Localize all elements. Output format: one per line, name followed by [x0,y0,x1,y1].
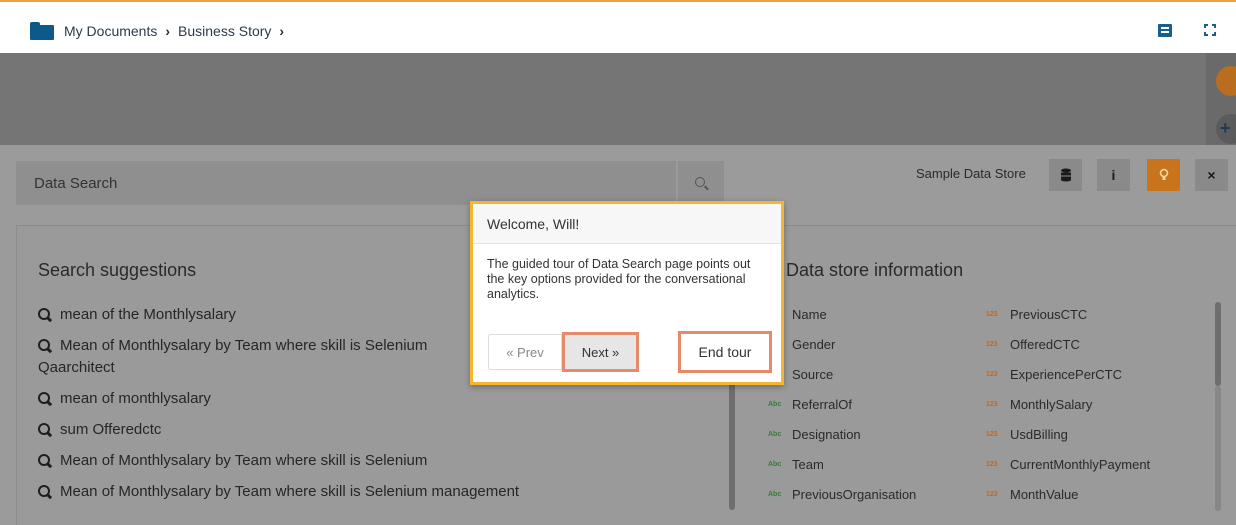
field-name: ExperiencePerCTC [1010,367,1122,382]
suggestion-text: sum Offeredctc [60,421,162,438]
field-name: OfferedCTC [1010,337,1080,352]
field-name: Designation [792,427,861,442]
field-item[interactable]: 123 ExperiencePerCTC [986,360,1150,390]
field-item[interactable]: 123 OfferedCTC [986,330,1150,360]
breadcrumb-business-story[interactable]: Business Story [178,23,271,39]
tour-nav: « Prev Next » [488,332,639,372]
field-name: PreviousOrganisation [792,487,917,502]
field-name: Team [792,457,824,472]
field-item[interactable]: 123 UsdBilling [986,420,1150,450]
abc-type-icon: Abc [768,431,782,438]
fields-scrollbar[interactable] [1215,302,1221,386]
search-icon [38,308,52,322]
number-type-icon: 123 [986,431,998,438]
abc-type-icon: Abc [768,461,782,468]
breadcrumb: My Documents › Business Story › [30,22,292,40]
search-icon [695,177,705,187]
field-item[interactable]: Abc Team [768,450,916,480]
info-button[interactable]: i [1097,159,1130,191]
abc-type-icon: Abc [768,491,782,498]
field-name: PreviousCTC [1010,307,1088,322]
field-name: CurrentMonthlyPayment [1010,457,1151,472]
search-icon [38,485,52,499]
database-button[interactable] [1049,159,1082,191]
field-item[interactable]: AbcSource [768,360,916,390]
abc-type-icon: Abc [768,401,782,408]
header-band [0,53,1236,145]
suggestion-text: mean of the Monthlysalary [60,306,236,323]
store-info-title: Data store information [786,260,964,280]
top-bar: My Documents › Business Story › [0,0,1236,60]
chevron-right-icon: › [279,23,285,39]
field-name: Name [792,307,827,322]
field-item[interactable]: 123 CurrentMonthlyPayment [986,450,1150,480]
end-tour-button[interactable]: End tour [678,331,772,373]
search-button[interactable] [678,161,724,205]
field-item[interactable]: Abc ReferralOf [768,390,916,420]
number-type-icon: 123 [986,341,998,348]
field-item[interactable]: Abc Designation [768,420,916,450]
folder-icon[interactable] [30,22,54,40]
suggestion-item[interactable]: sum Offeredctc [38,419,728,441]
fields-scroll-track [1215,386,1221,511]
suggestions-title: Search suggestions [38,260,197,280]
suggestions-scrollbar[interactable] [729,380,735,510]
tour-popover: Welcome, Will! The guided tour of Data S… [470,201,784,385]
suggestion-item[interactable]: Mean of Monthlysalary by Team where skil… [38,481,728,503]
fullscreen-icon[interactable] [1204,24,1216,36]
suggestion-text: Mean of Monthlysalary by Team where skil… [60,483,520,500]
suggestion-text: Mean of Monthlysalary by Team where skil… [38,337,428,376]
prev-button[interactable]: « Prev [488,334,562,370]
suggestion-text: Mean of Monthlysalary by Team where skil… [60,452,428,469]
field-item[interactable]: 123 PreviousCTC [986,300,1150,330]
field-item[interactable]: Abc PreviousOrganisation [768,480,916,510]
number-type-icon: 123 [986,311,998,318]
field-name: Source [792,367,834,382]
number-type-icon: 123 [986,491,998,498]
close-button[interactable]: × [1195,159,1228,191]
field-name: MonthlySalary [1010,397,1093,412]
lightbulb-icon [1159,168,1168,180]
info-icon: i [1111,167,1116,183]
tour-button[interactable] [1147,159,1180,191]
database-icon [1060,168,1071,182]
field-name: ReferralOf [792,397,852,412]
tour-title: Welcome, Will! [473,204,781,244]
field-item[interactable]: AbcGender [768,330,916,360]
close-icon: × [1207,167,1216,183]
field-name: UsdBilling [1010,427,1068,442]
next-button[interactable]: Next » [562,332,639,372]
field-item[interactable]: 123 MonthValue [986,480,1150,510]
search-icon [38,339,52,353]
search-icon [38,423,52,437]
comment-icon[interactable] [1158,24,1172,37]
field-name: MonthValue [1010,487,1079,502]
data-store-label: Sample Data Store [916,166,1026,181]
breadcrumb-my-documents[interactable]: My Documents [64,23,157,39]
number-type-icon: 123 [986,461,998,468]
data-search-input[interactable]: Data Search [16,161,676,205]
field-item[interactable]: 123 MonthlySalary [986,390,1150,420]
text-fields-column: AbcName AbcGender AbcSource AbcReferralO… [768,300,916,510]
number-fields-column: 123 PreviousCTC 123 OfferedCTC 123 Experien… [986,300,1150,510]
search-icon [38,454,52,468]
suggestion-text: mean of monthlysalary [60,390,211,407]
field-item[interactable]: AbcName [768,300,916,330]
chevron-right-icon: › [165,23,171,39]
suggestion-item[interactable]: mean of monthlysalary [38,388,728,410]
search-icon [38,392,52,406]
number-type-icon: 123 [986,401,998,408]
suggestion-item[interactable]: Mean of Monthlysalary by Team where skil… [38,450,728,472]
tour-body: The guided tour of Data Search page poin… [487,257,751,301]
field-name: Gender [792,337,836,352]
number-type-icon: 123 [986,371,998,378]
